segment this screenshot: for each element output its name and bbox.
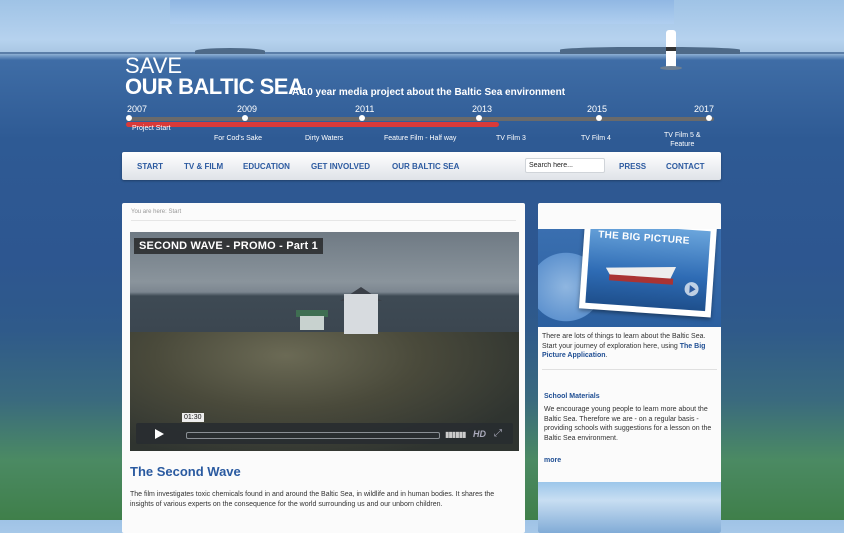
milestone-label[interactable]: Project Start — [132, 124, 171, 133]
big-picture-title: THE BIG PICTURE — [597, 229, 691, 247]
nav-contact[interactable]: CONTACT — [666, 162, 705, 171]
tagline: A 10 year media project about the Baltic… — [292, 87, 566, 98]
milestone-label[interactable]: TV Film 5 & Feature — [664, 131, 701, 149]
timeline-dot[interactable] — [596, 115, 602, 121]
timeline-year: 2011 — [355, 104, 375, 114]
logo-line-2: OUR BALTIC SEA — [125, 74, 304, 99]
timeline-dot[interactable] — [706, 115, 712, 121]
timeline-years: 2007 2009 2011 2013 2015 2017 — [0, 104, 844, 116]
nav-our-baltic-sea[interactable]: OUR BALTIC SEA — [392, 162, 459, 171]
big-picture-banner[interactable]: THE BIG PICTURE — [538, 229, 721, 327]
timeline-year: 2013 — [472, 104, 493, 114]
big-picture-image: THE BIG PICTURE — [585, 229, 711, 312]
divider — [542, 369, 717, 370]
sidebar-image[interactable] — [538, 482, 721, 533]
sidebar-intro: There are lots of things to learn about … — [542, 332, 718, 361]
milestone-label[interactable]: For Cod's Sake — [214, 134, 262, 143]
site-logo[interactable]: SAVE OUR BALTIC SEA — [125, 53, 304, 99]
timeline-dot[interactable] — [126, 115, 132, 121]
nav-tv-film[interactable]: TV & FILM — [184, 162, 223, 171]
sidebar-intro-end: . — [605, 352, 608, 359]
timeline-dot[interactable] — [242, 115, 248, 121]
nav-press[interactable]: PRESS — [619, 162, 646, 171]
breadcrumb: You are here: Start — [131, 209, 182, 215]
sky-banner — [170, 0, 674, 24]
video-scene-house — [344, 294, 378, 334]
milestone-label-line2: Feature — [670, 141, 695, 148]
play-icon[interactable] — [144, 427, 172, 441]
milestone-label[interactable]: Feature Film - Half way — [384, 134, 456, 143]
timeline-year: 2015 — [587, 104, 608, 114]
milestone-label[interactable]: Dirty Waters — [305, 134, 343, 143]
milestone-label-line1: TV Film 5 & — [664, 132, 701, 139]
video-player[interactable]: SECOND WAVE - PROMO - Part 1 01:30 ▮▮▮▮▮… — [130, 232, 519, 451]
more-link[interactable]: more — [544, 457, 561, 464]
volume-icon[interactable]: ▮▮▮▮▮▮ — [445, 430, 466, 439]
timeline-year: 2009 — [237, 104, 258, 114]
search-input[interactable] — [525, 158, 605, 173]
big-picture-card[interactable]: THE BIG PICTURE — [578, 229, 718, 318]
timeline-track — [126, 117, 714, 121]
island — [560, 47, 740, 54]
post-title[interactable]: The Second Wave — [130, 464, 241, 479]
milestone-label[interactable]: TV Film 3 — [496, 134, 526, 143]
logo-line-1: SAVE — [125, 53, 183, 78]
island — [195, 48, 265, 54]
video-scene-shed — [300, 316, 324, 330]
main-nav: START TV & FILM EDUCATION GET INVOLVED O… — [122, 152, 721, 180]
milestone-label[interactable]: TV Film 4 — [581, 134, 611, 143]
lighthouse-base — [660, 66, 682, 70]
timeline-year: 2007 — [127, 104, 148, 114]
video-title: SECOND WAVE - PROMO - Part 1 — [134, 238, 323, 254]
divider — [131, 220, 516, 221]
arrow-right-icon[interactable] — [684, 281, 700, 297]
timeline-progress — [126, 122, 500, 127]
timeline-dot[interactable] — [359, 115, 365, 121]
video-time: 01:30 — [182, 413, 204, 422]
fullscreen-icon[interactable]: ⤢ — [494, 428, 502, 439]
hd-toggle[interactable]: HD — [473, 429, 486, 439]
school-materials-title[interactable]: School Materials — [544, 393, 600, 400]
school-materials-body: We encourage young people to learn more … — [544, 406, 712, 442]
main-content: You are here: Start SECOND WAVE - PROMO … — [122, 203, 525, 533]
timeline-year: 2017 — [694, 104, 715, 114]
nav-get-involved[interactable]: GET INVOLVED — [311, 162, 370, 171]
video-controls: 01:30 ▮▮▮▮▮▮ HD ⤢ — [136, 413, 513, 444]
timeline-dot[interactable] — [476, 115, 482, 121]
nav-education[interactable]: EDUCATION — [243, 162, 290, 171]
post-body: The film investigates toxic chemicals fo… — [130, 491, 495, 508]
sidebar: THE BIG PICTURE There are lots of things… — [538, 203, 721, 533]
video-scrubber[interactable] — [186, 432, 440, 439]
lighthouse — [666, 30, 676, 68]
nav-start[interactable]: START — [137, 162, 163, 171]
